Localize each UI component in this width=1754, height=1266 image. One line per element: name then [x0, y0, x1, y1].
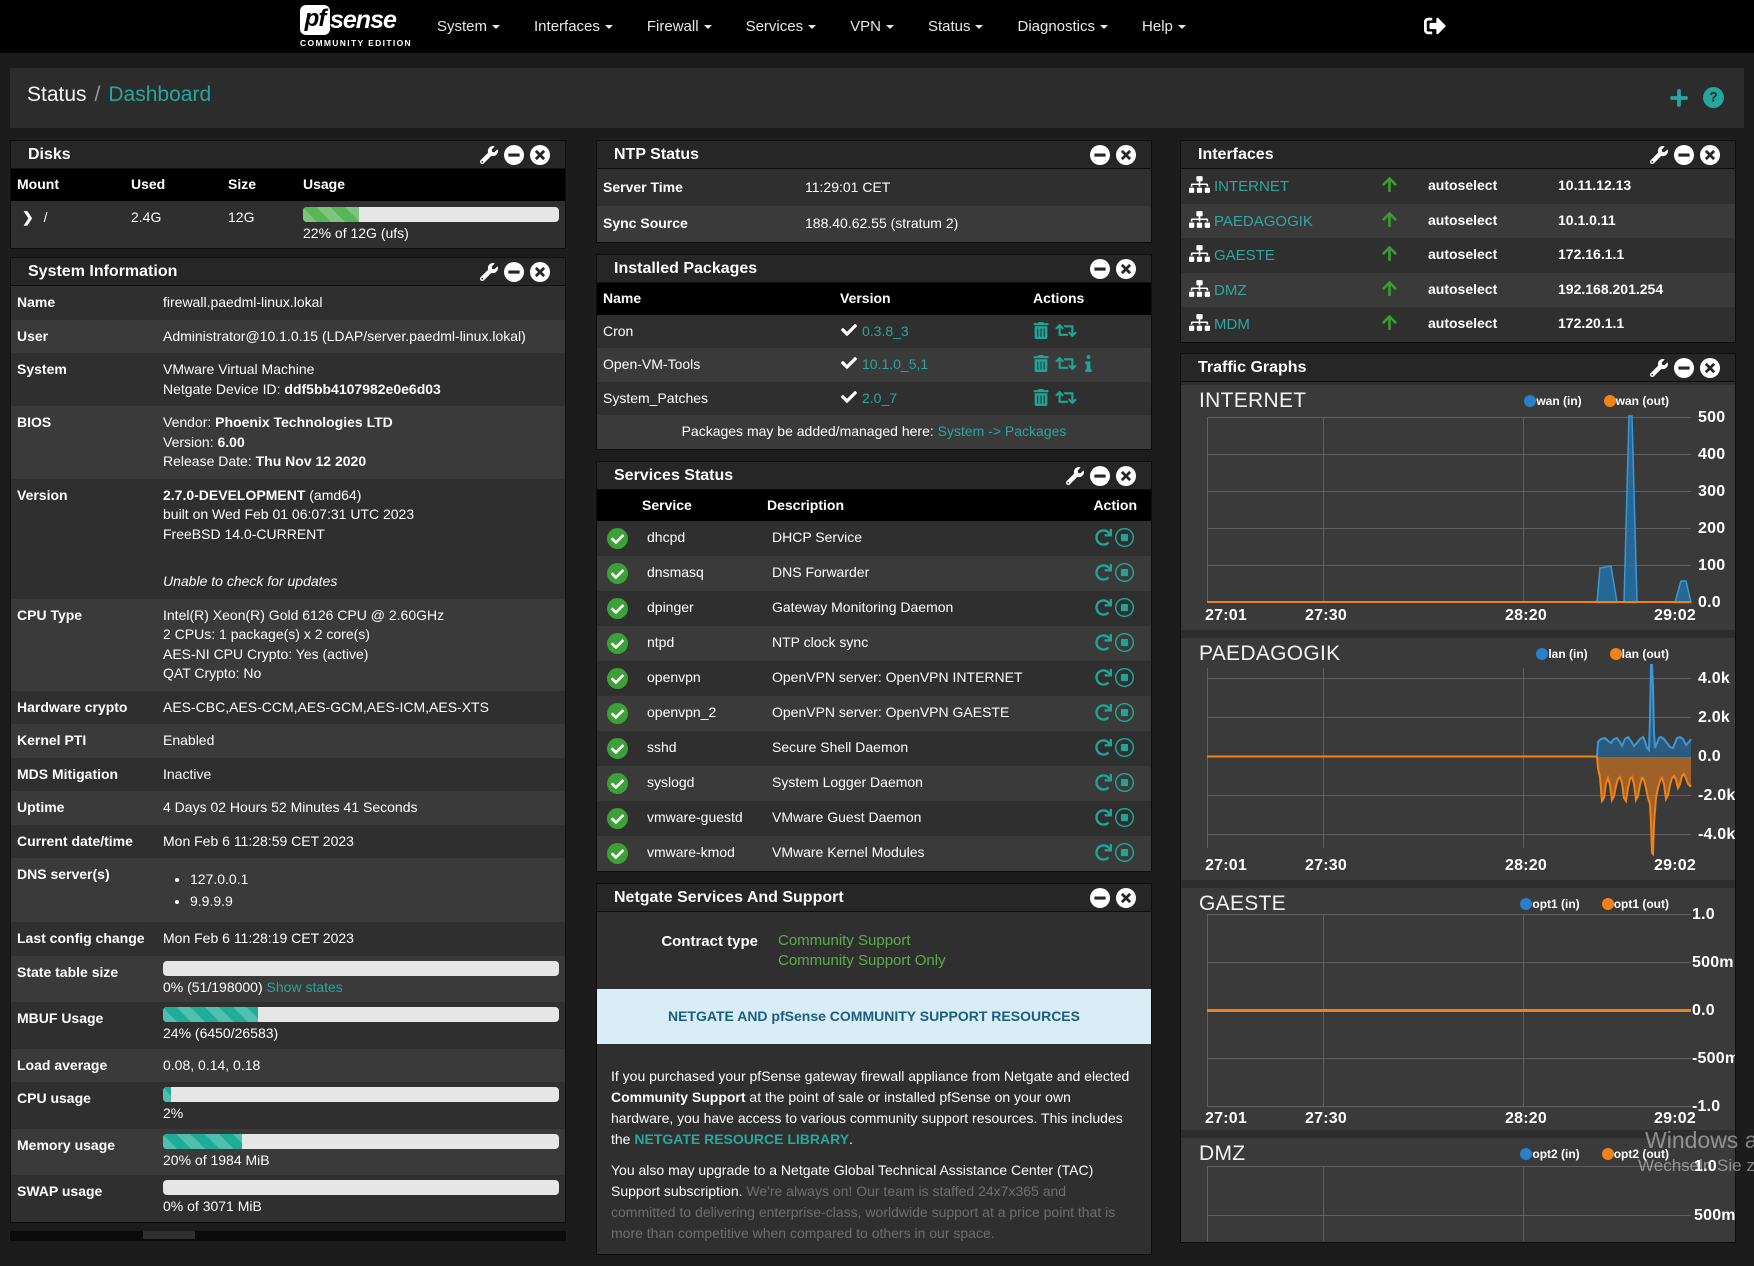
svg-text:?: ? — [1709, 89, 1717, 104]
